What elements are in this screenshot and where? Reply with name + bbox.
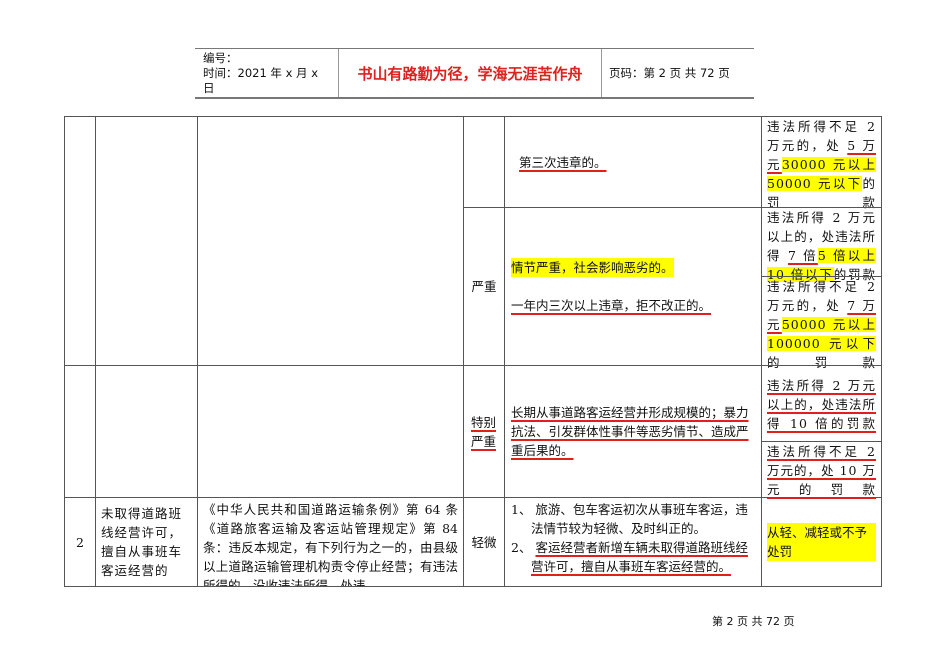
penalty-highlight: 50000 元以上 100000 元以下: [767, 317, 876, 351]
level-very-serious: 特别严重: [471, 414, 497, 449]
penalty-cell: 违法所得不足 2 万元的，处 7 万元50000 元以上 100000 元以下的…: [761, 276, 882, 370]
penalty-struck: 7 倍: [787, 248, 818, 263]
desc-minor-1: 1、 旅游、包车客运初次从事班车客运，违法情节较为轻微、及时纠正的。: [511, 502, 748, 536]
level-cell: [463, 116, 505, 208]
page-footer: 第 2 页 共 72 页: [712, 615, 795, 628]
no-cell: [64, 116, 96, 366]
header-meta: 编号： 时间：2021 年 x 月 x 日: [195, 49, 339, 97]
item-number: 2: [76, 534, 84, 550]
basis-cell: [197, 116, 464, 366]
basis-text: 《中华人民共和国道路运输条例》第 64 条《道路旅客运输及客运站管理规定》第 8…: [203, 502, 458, 587]
penalty-highlight: 从轻、减轻或不予处罚: [767, 523, 876, 561]
desc-cell: 第三次违章的。: [504, 116, 762, 208]
penalty-cell: 违法所得 2 万元以上的，处违法所得 7 倍5 倍以上 10 倍以下的罚款: [761, 207, 882, 282]
page-header: 编号： 时间：2021 年 x 月 x 日 书山有路勤为径，学海无涯苦作舟 页码…: [195, 48, 754, 99]
penalty-cell: 违法所得 2 万元以上的，处违法所得 10 倍的罚款: [761, 365, 882, 442]
basis-cell: 《中华人民共和国道路运输条例》第 64 条《道路旅客运输及客运站管理规定》第 8…: [197, 497, 464, 587]
level-minor: 轻微: [471, 534, 497, 550]
no-cell: 2: [64, 497, 96, 587]
violation-cell: 未取得道路班线经营许可，擅自从事班车客运经营的: [95, 497, 198, 587]
number-label: 编号：: [203, 51, 238, 65]
violation-text: 未取得道路班线经营许可，擅自从事班车客运经营的: [101, 506, 183, 578]
motto: 书山有路勤为径，学海无涯苦作舟: [339, 49, 602, 97]
desc-serious-2: 一年内三次以上违章，拒不改正的。: [511, 298, 712, 313]
basis-cell: [197, 365, 464, 498]
violation-cell: [95, 365, 198, 498]
desc-serious-1: 情节严重，社会影响恶劣的。: [511, 258, 674, 277]
penalty-cell: 违法所得不足 2 万元的，处 10 万元的罚款: [761, 441, 882, 498]
level-serious: 严重: [471, 279, 497, 294]
desc-prefix: 2、: [511, 540, 536, 555]
desc-third: 第三次违章的。: [519, 154, 607, 170]
no-cell: [64, 365, 96, 498]
level-cell: 特别严重: [463, 365, 505, 498]
level-cell: 严重: [463, 207, 505, 366]
penalty-text: 违法所得不足 2 万元的，处 10 万元的罚款: [767, 444, 876, 497]
page-label: 页码：第 2 页 共 72 页: [609, 66, 730, 80]
desc-cell: 长期从事道路客运经营并形成规模的；暴力抗法、引发群体性事件等恶劣情节、造成严重后…: [504, 365, 762, 498]
desc-very-serious: 长期从事道路客运经营并形成规模的；暴力抗法、引发群体性事件等恶劣情节、造成严重后…: [511, 405, 749, 458]
level-cell: 轻微: [463, 497, 505, 587]
penalty-cell: 违法所得不足 2 万元的，处 5 万元30000 元以上 50000 元以下的罚…: [761, 116, 882, 210]
penalty-highlight: 30000 元以上 50000 元以下: [767, 157, 876, 191]
penalty-text: 违法所得 2 万元以上的，处违法所得 10 倍的罚款: [767, 378, 876, 431]
violation-cell: [95, 116, 198, 366]
desc-minor-2: 客运经营者新增车辆未取得道路班线经营许可，擅自从事班车客运经营的。: [531, 540, 748, 574]
time-label: 时间：2021 年 x 月 x 日: [203, 66, 318, 95]
desc-cell: 情节严重，社会影响恶劣的。 一年内三次以上违章，拒不改正的。: [504, 207, 762, 366]
penalty-cell: 从轻、减轻或不予处罚: [761, 497, 882, 587]
desc-cell: 1、 旅游、包车客运初次从事班车客运，违法情节较为轻微、及时纠正的。 2、 客运…: [504, 497, 762, 587]
